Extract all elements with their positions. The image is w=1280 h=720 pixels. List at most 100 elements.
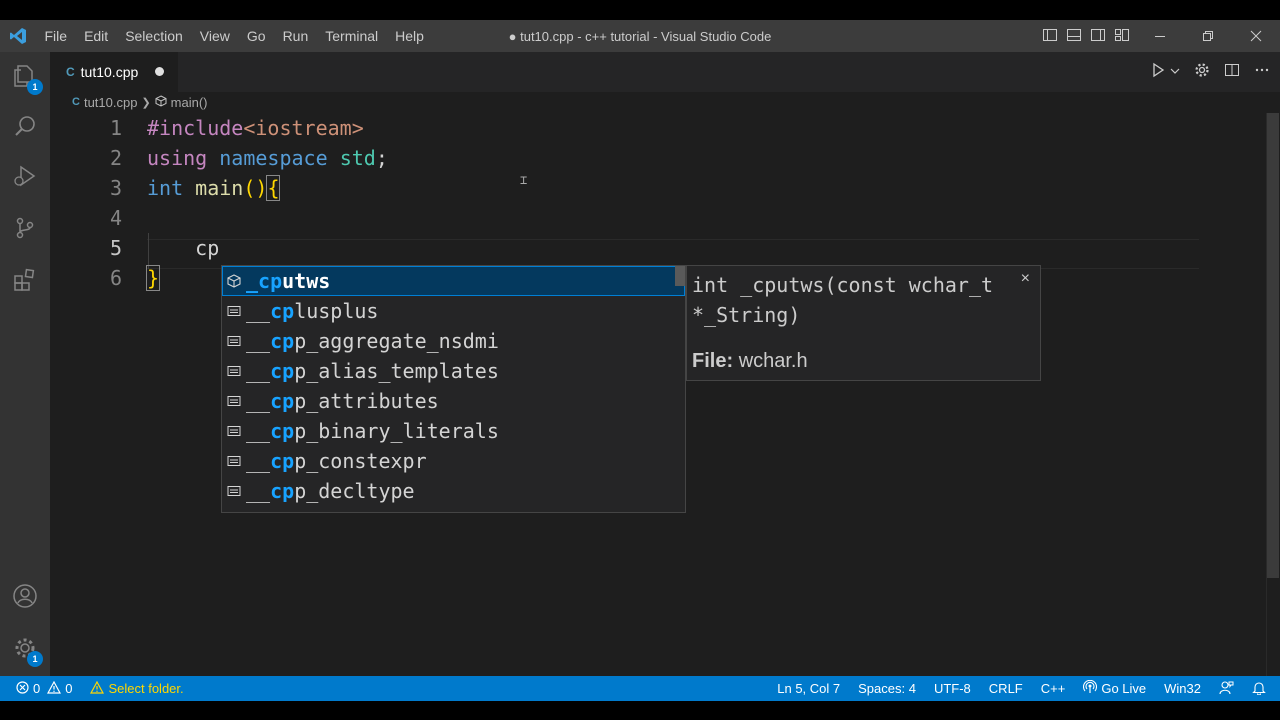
- suggest-prefix: __: [246, 419, 271, 443]
- line-number: 4: [109, 206, 122, 230]
- title-bar: File Edit Selection View Go Run Terminal…: [0, 20, 1280, 52]
- menu-view[interactable]: View: [191, 20, 238, 52]
- menu-terminal[interactable]: Terminal: [317, 20, 387, 52]
- toggle-secondary-sidebar-icon[interactable]: [1090, 27, 1106, 46]
- vertical-scrollbar[interactable]: [1266, 113, 1280, 676]
- text-icon: [222, 425, 246, 437]
- extensions-icon[interactable]: [0, 256, 50, 304]
- suggest-item[interactable]: __ cp p_attributes: [222, 386, 685, 416]
- select-folder-status[interactable]: Select folder.: [90, 680, 184, 697]
- unsaved-dot-icon[interactable]: [155, 67, 164, 76]
- breadcrumb: C tut10.cpp ❯ main(): [72, 93, 208, 111]
- suggest-item[interactable]: __ cp lusplus: [222, 296, 685, 326]
- suggest-rest: p_decltype: [294, 479, 415, 503]
- window-controls: [1136, 20, 1280, 52]
- run-debug-icon[interactable]: [0, 152, 50, 200]
- menu-file[interactable]: File: [36, 20, 76, 52]
- menu-edit[interactable]: Edit: [76, 20, 117, 52]
- suggest-item[interactable]: __ cp p_binary_literals: [222, 416, 685, 446]
- file-value: wchar.h: [738, 350, 808, 372]
- error-icon: [16, 680, 29, 697]
- explorer-icon[interactable]: 1: [0, 52, 50, 100]
- accounts-icon[interactable]: [0, 572, 50, 620]
- suggest-item[interactable]: __ cp p_alias_templates: [222, 356, 685, 386]
- menu-selection[interactable]: Selection: [117, 20, 192, 52]
- restore-icon[interactable]: [1184, 20, 1232, 52]
- vscode-logo-icon: [0, 20, 36, 52]
- toggle-panel-icon[interactable]: [1066, 27, 1082, 46]
- language-mode[interactable]: C++: [1041, 681, 1066, 696]
- status-right: Ln 5, Col 7 Spaces: 4 UTF-8 CRLF C++ Go …: [777, 676, 1266, 701]
- cpp-file-icon: C: [66, 65, 75, 79]
- platform[interactable]: Win32: [1164, 681, 1201, 696]
- explorer-badge: 1: [27, 79, 43, 95]
- source-control-icon[interactable]: [0, 204, 50, 252]
- menu-run[interactable]: Run: [274, 20, 317, 52]
- include-path-token: <iostream>: [243, 116, 364, 140]
- line-number: 6: [109, 266, 122, 290]
- cursor-position[interactable]: Ln 5, Col 7: [777, 681, 840, 696]
- breadcrumb-file[interactable]: tut10.cpp: [84, 95, 138, 110]
- encoding[interactable]: UTF-8: [934, 681, 971, 696]
- error-count: 0: [33, 681, 41, 696]
- suggest-item[interactable]: _cp utws: [222, 266, 685, 296]
- problems-status[interactable]: 0 0: [16, 680, 72, 697]
- suggest-prefix: __: [246, 479, 271, 503]
- minimize-icon[interactable]: [1136, 20, 1184, 52]
- symbol-method-icon: [155, 94, 167, 110]
- customize-layout-icon[interactable]: [1114, 27, 1130, 46]
- run-file-icon[interactable]: [1150, 62, 1166, 83]
- close-icon[interactable]: ×: [1021, 270, 1030, 288]
- go-live-label: Go Live: [1101, 681, 1147, 696]
- go-live-button[interactable]: Go Live: [1083, 679, 1147, 697]
- menu-bar: File Edit Selection View Go Run Terminal…: [36, 20, 432, 52]
- status-bar: 0 0 Select folder. Ln 5, Col 7 Spaces: 4…: [0, 676, 1280, 701]
- suggest-scrollbar[interactable]: [675, 266, 685, 286]
- tab-tut10-cpp[interactable]: C tut10.cpp: [50, 52, 178, 92]
- feedback-icon[interactable]: [1219, 680, 1234, 698]
- notifications-bell-icon[interactable]: [1252, 680, 1266, 698]
- manage-gear-icon[interactable]: 1: [0, 624, 50, 672]
- preprocessor-token: #include: [147, 116, 244, 140]
- status-left: 0 0 Select folder.: [16, 680, 184, 697]
- suggest-match: cp: [270, 359, 295, 383]
- vscode-window: File Edit Selection View Go Run Terminal…: [0, 20, 1280, 701]
- suggest-match: cp: [270, 329, 295, 353]
- suggest-item[interactable]: __ cp p_constexpr: [222, 446, 685, 476]
- gear-icon[interactable]: [1194, 62, 1210, 83]
- layout-controls: [1042, 20, 1130, 52]
- typed-text: cp: [147, 236, 220, 260]
- editor-tab-strip: C tut10.cpp: [50, 52, 1280, 92]
- code-line-6: }: [145, 263, 161, 293]
- toggle-primary-sidebar-icon[interactable]: [1042, 27, 1058, 46]
- menu-go[interactable]: Go: [238, 20, 274, 52]
- suggest-item[interactable]: __ cp p_decltype: [222, 476, 685, 506]
- cpp-file-icon: C: [72, 96, 80, 108]
- line-number: 3: [109, 176, 122, 200]
- broadcast-icon: [1083, 679, 1098, 697]
- punctuation-token: ;: [375, 146, 388, 170]
- suggest-details: int _cputws(const wchar_t *_String) × Fi…: [686, 265, 1041, 381]
- menu-help[interactable]: Help: [387, 20, 433, 52]
- text-icon: [222, 335, 246, 347]
- suggest-match: cp: [270, 389, 295, 413]
- code-line-2: using namespace std;: [147, 143, 388, 173]
- suggest-item[interactable]: __ cp p_aggregate_nsdmi: [222, 326, 685, 356]
- indentation[interactable]: Spaces: 4: [858, 681, 916, 696]
- paren-token: (): [243, 176, 268, 200]
- breadcrumb-symbol[interactable]: main(): [171, 95, 208, 110]
- line-number: 1: [109, 116, 122, 140]
- brace-token: }: [145, 265, 161, 291]
- split-editor-icon[interactable]: [1224, 62, 1240, 83]
- chevron-down-icon[interactable]: [1170, 63, 1180, 81]
- warning-icon: [90, 680, 105, 697]
- suggest-prefix: __: [246, 299, 271, 323]
- scrollbar-thumb[interactable]: [1267, 113, 1279, 578]
- warning-icon: [47, 680, 62, 697]
- close-window-icon[interactable]: [1232, 20, 1280, 52]
- text-icon: [222, 305, 246, 317]
- more-actions-icon[interactable]: [1254, 62, 1270, 83]
- end-of-line[interactable]: CRLF: [989, 681, 1023, 696]
- search-icon[interactable]: [0, 102, 50, 150]
- line-number: 2: [109, 146, 122, 170]
